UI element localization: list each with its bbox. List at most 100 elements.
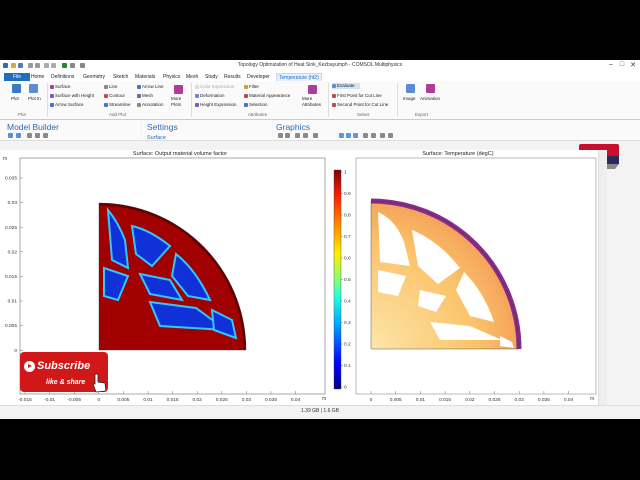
graphics-scrollbar[interactable] xyxy=(598,150,607,405)
first-point-button[interactable]: First Point for Cut Line xyxy=(332,93,382,99)
second-point-icon xyxy=(332,102,336,107)
close-button[interactable]: ✕ xyxy=(628,61,638,69)
plot-in-button[interactable]: Plot In xyxy=(28,96,42,102)
deformation-button[interactable]: Deformation xyxy=(195,93,225,99)
y-tick-label: 0.02 xyxy=(8,249,18,255)
surface-height-label: Surface with Height xyxy=(55,93,95,98)
zoom-out-icon[interactable] xyxy=(285,133,290,138)
export-group-label: Export xyxy=(415,112,429,117)
material-appearance-button[interactable]: Material Appearance xyxy=(244,93,290,99)
more-attributes-button[interactable]: More Attributes xyxy=(302,96,326,108)
colorbar-tick-label: 0.3 xyxy=(344,320,351,326)
zoom-in-icon[interactable] xyxy=(278,133,283,138)
plot-in-icon[interactable] xyxy=(29,84,38,93)
like-share-label: like & share xyxy=(46,379,86,386)
expand-icon[interactable] xyxy=(43,133,48,138)
streamline-button[interactable]: Streamline xyxy=(104,102,131,108)
tab-mesh[interactable]: Mesh xyxy=(184,73,200,81)
tab-definitions[interactable]: Definitions xyxy=(49,73,76,81)
zoom-extents-icon[interactable] xyxy=(303,133,308,138)
view-boundary-icon[interactable] xyxy=(353,133,358,138)
model-builder-title[interactable]: Model Builder xyxy=(7,122,59,132)
left-plot-field xyxy=(99,203,246,350)
evaluate-button[interactable]: Evaluate xyxy=(332,83,360,89)
x-tick-label: -0.005 xyxy=(67,397,81,403)
surface-height-button[interactable]: Surface with Height xyxy=(50,93,94,99)
view-select-icon[interactable] xyxy=(339,133,344,138)
collapse-icon[interactable] xyxy=(35,133,40,138)
show-icon[interactable] xyxy=(27,133,32,138)
transparency-icon[interactable] xyxy=(371,133,376,138)
tab-developer[interactable]: Developer xyxy=(245,73,272,81)
attributes-group-label: Attributes xyxy=(248,112,268,117)
forward-icon[interactable] xyxy=(16,133,21,138)
y-tick-label: 0.01 xyxy=(8,299,18,305)
plot-button[interactable]: Plot xyxy=(11,96,19,102)
animation-button[interactable]: Animation xyxy=(420,96,440,102)
y-tick-label: 0.015 xyxy=(5,274,17,280)
settings-title[interactable]: Settings xyxy=(147,122,178,132)
image-button[interactable]: Image xyxy=(403,96,416,102)
left-y-unit: m xyxy=(3,156,7,162)
selection-label: Selection xyxy=(249,102,268,107)
view-domain-icon[interactable] xyxy=(346,133,351,138)
grid-icon[interactable] xyxy=(313,133,318,138)
color-expression-button[interactable]: Color Expression xyxy=(195,84,234,90)
animation-icon[interactable] xyxy=(426,84,435,93)
tab-home[interactable]: Home xyxy=(29,73,46,81)
plot-icon[interactable] xyxy=(12,84,21,93)
left-colorbar-ticks: 1 0.9 0.8 0.7 0.6 0.5 0.4 0.3 0.2 0.1 0 xyxy=(341,170,351,391)
colorbar-tick-label: 0.1 xyxy=(344,363,351,369)
more-plots-button[interactable]: More Plots xyxy=(171,96,187,108)
right-x-ticks: 0 0.005 0.01 0.015 0.02 0.025 0.03 0.035 0.04 xyxy=(370,391,574,403)
maximize-button[interactable]: □ xyxy=(617,61,627,68)
x-tick-label: 0.025 xyxy=(216,397,228,403)
streamline-icon xyxy=(104,102,108,107)
material-appearance-icon xyxy=(244,93,248,98)
contour-label: Contour xyxy=(109,93,126,98)
height-expression-button[interactable]: Height Expression xyxy=(195,102,237,108)
contour-button[interactable]: Contour xyxy=(104,93,125,99)
tab-geometry[interactable]: Geometry xyxy=(81,73,107,81)
first-point-icon xyxy=(332,93,336,98)
ribbon-separator xyxy=(328,83,329,117)
second-point-button[interactable]: Second Point for Cut Line xyxy=(332,102,388,108)
arrow-surface-button[interactable]: Arrow Surface xyxy=(50,102,84,108)
snapshot-icon[interactable] xyxy=(388,133,393,138)
x-tick-label: 0 xyxy=(97,397,100,403)
x-tick-label: 0.035 xyxy=(538,397,550,403)
tab-physics[interactable]: Physics xyxy=(161,73,182,81)
arrow-line-button[interactable]: Arrow Line xyxy=(137,84,164,90)
tab-results[interactable]: Results xyxy=(222,73,243,81)
filter-icon xyxy=(244,84,248,89)
minimize-button[interactable]: – xyxy=(606,61,616,68)
filter-button[interactable]: Filter xyxy=(244,84,259,90)
tab-file[interactable]: File xyxy=(4,73,30,81)
scene-light-icon[interactable] xyxy=(363,133,368,138)
annotation-label: Annotation xyxy=(142,102,164,107)
graphics-title[interactable]: Graphics xyxy=(276,122,310,132)
y-tick-label: 0 xyxy=(14,348,17,354)
more-attributes-icon[interactable] xyxy=(308,85,317,94)
surface-button[interactable]: Surface xyxy=(50,84,71,90)
tab-sketch[interactable]: Sketch xyxy=(111,73,130,81)
tab-materials[interactable]: Materials xyxy=(133,73,157,81)
annotation-button[interactable]: Annotation xyxy=(137,102,164,108)
image-icon[interactable] xyxy=(406,84,415,93)
line-button[interactable]: Line xyxy=(104,84,118,90)
colorbar-tick-label: 0 xyxy=(344,385,347,391)
left-x-unit: m xyxy=(322,396,326,402)
subscribe-badge[interactable]: Subscribe like & share xyxy=(20,352,108,393)
more-plots-icon[interactable] xyxy=(174,85,183,94)
mesh-button[interactable]: Mesh xyxy=(137,93,153,99)
ribbon-separator xyxy=(191,83,192,117)
selection-button[interactable]: Selection xyxy=(244,102,268,108)
height-expression-label: Height Expression xyxy=(200,102,237,107)
back-icon[interactable] xyxy=(8,133,13,138)
right-plot-title: Surface: Temperature (degC) xyxy=(422,151,493,157)
x-tick-label: 0.01 xyxy=(143,397,153,403)
arrow-line-label: Arrow Line xyxy=(142,84,164,89)
print-icon[interactable] xyxy=(380,133,385,138)
tab-study[interactable]: Study xyxy=(203,73,220,81)
zoom-box-icon[interactable] xyxy=(295,133,300,138)
